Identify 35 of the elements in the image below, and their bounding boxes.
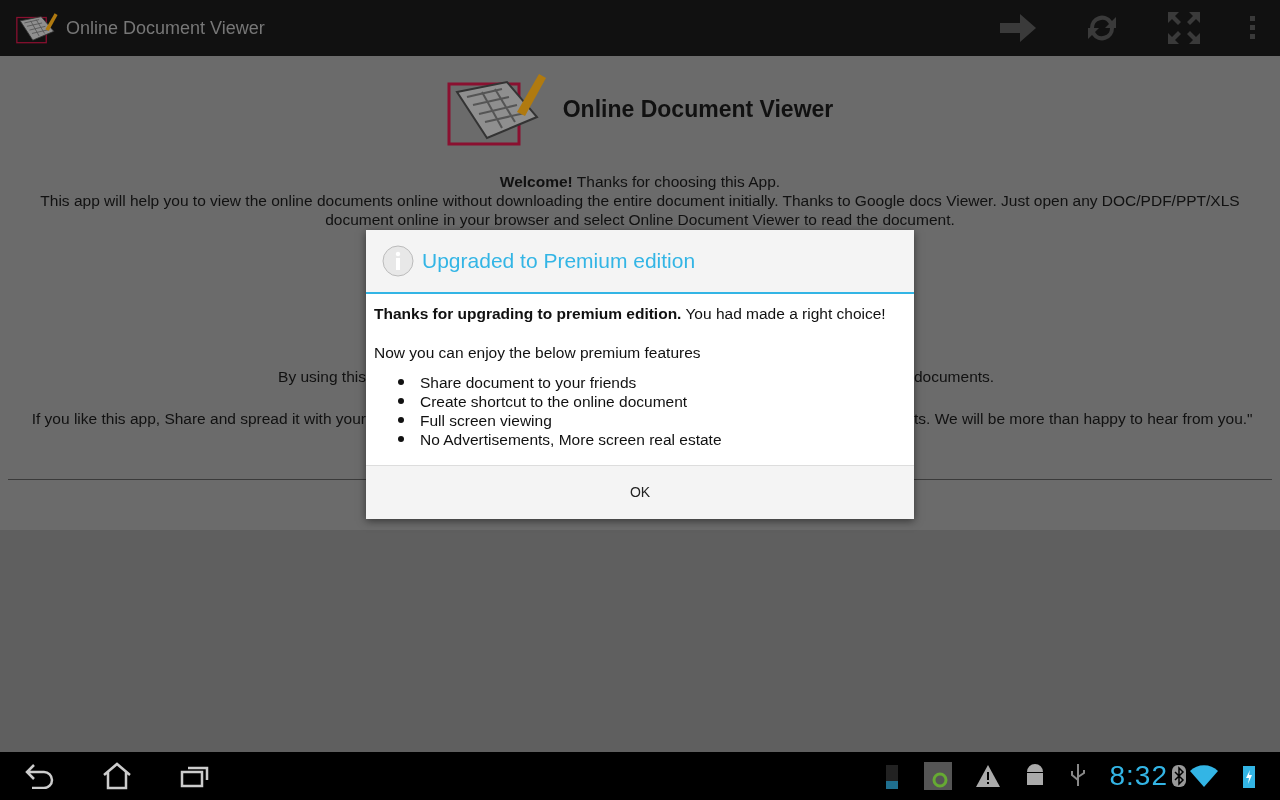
bullet-icon [398, 398, 404, 404]
feature-item: No Advertisements, More screen real estate [420, 429, 722, 449]
bluetooth-icon [1172, 765, 1186, 787]
arrow-right-icon[interactable] [1000, 14, 1036, 42]
battery-low-icon [883, 763, 900, 789]
dialog-title: Upgraded to Premium edition [422, 248, 696, 275]
dialog-message: Thanks for upgrading to premium edition. You had made a right choice! [374, 304, 887, 324]
page-title: Online Document Viewer [562, 94, 834, 124]
back-icon[interactable] [24, 763, 54, 789]
clock-text: 8:32 [1109, 759, 1168, 793]
info-icon [382, 245, 414, 277]
usb-icon [1069, 764, 1086, 788]
feature-item: Share document to your friends [420, 372, 637, 392]
body-text: ts. We will be more than happy to hear from you." [914, 410, 1253, 428]
wifi-icon [1190, 765, 1218, 787]
bullet-icon [398, 417, 404, 423]
fullscreen-icon[interactable] [1168, 12, 1200, 44]
document-logo-icon [446, 72, 547, 146]
bullet-icon [398, 379, 404, 385]
recent-apps-icon[interactable] [180, 764, 210, 788]
feature-item: Create shortcut to the online document [420, 391, 688, 411]
app-title: Online Document Viewer [66, 16, 265, 40]
body-text: documents. [914, 368, 995, 385]
welcome-text: Welcome! Thanks for choosing this App. [498, 172, 782, 191]
bullet-icon [398, 436, 404, 442]
warning-icon [975, 765, 1000, 787]
battery-charging-icon [1242, 764, 1256, 788]
feature-item: Full screen viewing [420, 410, 552, 430]
intro-text: This app will help you to view the online documents online without downloading the entire document initially. Thanks to Google docs Viewer. Just open any DOC/PDF/PPT/XLS document online in your browser and select Online Document Viewer to read the document. [39, 191, 1241, 229]
body-text: If you like this app, Share and spread it with your [31, 410, 366, 428]
ok-button[interactable]: OK [366, 464, 914, 519]
overflow-menu-icon[interactable] [1248, 16, 1256, 40]
home-icon[interactable] [102, 762, 132, 790]
dialog-text: Now you can enjoy the below premium features [374, 343, 702, 364]
body-text: By using this [278, 368, 366, 385]
